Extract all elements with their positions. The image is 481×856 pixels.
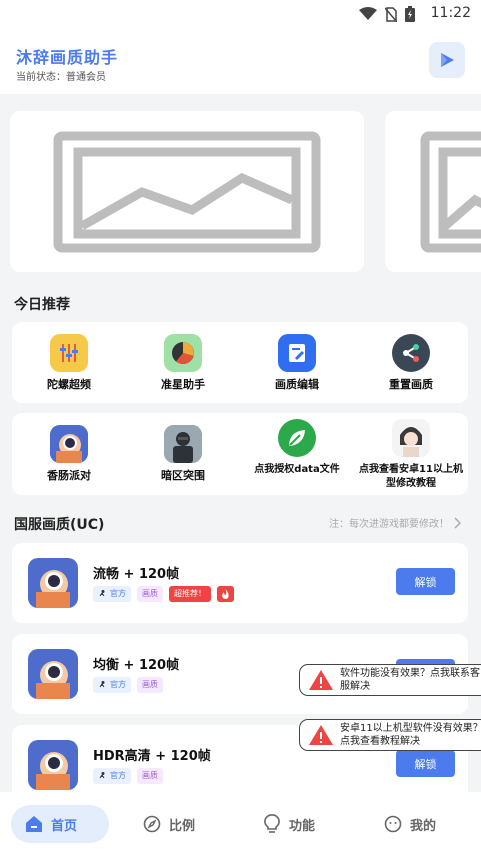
recommend-card-2: 香肠派对 暗区突围 点我授权data文件 点我查看安卓11以上机型修改教程 — [12, 413, 468, 495]
unlock-button[interactable]: 解锁 — [396, 750, 455, 777]
section-title-today: 今日推荐 — [14, 297, 70, 313]
game-tags: 官方 画质 — [93, 768, 163, 784]
tab-label: 功能 — [289, 818, 316, 834]
pie-icon — [164, 334, 202, 372]
recommend-label: 陀螺超频 — [47, 378, 91, 391]
game-name: 均衡 + 120帧 — [93, 658, 180, 673]
tag-official: 官方 — [93, 586, 131, 602]
sausage-game-icon — [50, 425, 88, 463]
toast-text: 软件功能没有效果？点我联系客服解决 — [340, 668, 480, 692]
status-time: 11:22 — [430, 5, 471, 21]
leaf-icon — [278, 419, 316, 457]
status-bar: 11:22 — [0, 0, 481, 28]
warning-icon — [309, 725, 333, 745]
game-tags: 官方 画质 超推荐！ — [93, 586, 234, 602]
recommend-label: 香肠派对 — [47, 469, 91, 482]
image-placeholder-icon — [420, 131, 481, 252]
tag-hot: 超推荐！ — [169, 586, 211, 602]
runner-icon — [99, 589, 105, 596]
game-card[interactable]: 流畅 + 120帧 官方 画质 超推荐！ 解锁 — [12, 543, 468, 623]
home-icon — [26, 816, 42, 832]
image-placeholder-icon — [53, 131, 321, 252]
soldier-game-icon — [164, 425, 202, 463]
wifi-icon — [359, 7, 377, 20]
sliders-icon — [50, 334, 88, 372]
game-tags: 官方 画质 — [93, 677, 163, 693]
tab-features[interactable]: 功能 — [263, 805, 315, 843]
tab-ratio[interactable]: 比例 — [143, 805, 195, 843]
bulb-icon — [264, 814, 280, 833]
tag-official: 官方 — [93, 677, 131, 693]
game-thumbnail — [28, 649, 78, 699]
tag-quality: 画质 — [137, 768, 163, 784]
app-title: 沐辞画质助手 — [16, 48, 119, 67]
recommend-item[interactable]: 准星助手 — [126, 334, 240, 392]
status-icons — [359, 6, 415, 22]
tab-label: 我的 — [410, 818, 437, 834]
bottom-tab-bar: 首页 比例 功能 我的 — [0, 792, 481, 856]
tab-home[interactable]: 首页 — [11, 805, 109, 843]
game-name: HDR高清 + 120帧 — [93, 749, 211, 764]
game-thumbnail — [28, 558, 78, 608]
tab-mine[interactable]: 我的 — [384, 805, 436, 843]
app-header: 沐辞画质助手 当前状态：普通会员 — [0, 28, 481, 94]
tab-label: 比例 — [169, 818, 196, 834]
game-thumbnail — [28, 740, 78, 790]
banner-image[interactable] — [10, 111, 364, 272]
banner-image-next[interactable] — [385, 111, 481, 272]
recommend-label: 点我查看安卓11以上机型修改教程 — [359, 464, 463, 489]
tab-label: 首页 — [51, 818, 78, 834]
face-icon — [384, 815, 402, 833]
tag-quality: 画质 — [137, 677, 163, 693]
recommend-item[interactable]: 画质编辑 — [240, 334, 354, 392]
section-title-cn: 国服画质(UC) — [14, 517, 105, 533]
recommend-item[interactable]: 重置画质 — [354, 334, 468, 392]
anime-avatar-icon — [392, 419, 430, 457]
membership-status: 当前状态：普通会员 — [16, 72, 106, 83]
chevron-right-icon — [454, 516, 461, 529]
support-toast[interactable]: 软件功能没有效果？点我联系客服解决 — [299, 664, 481, 696]
recommend-label: 点我授权data文件 — [254, 464, 340, 475]
tag-official: 官方 — [93, 768, 131, 784]
no-sim-icon — [385, 6, 397, 22]
toast-text: 安卓11以上机型软件没有效果？点我查看教程解决 — [340, 723, 481, 747]
recommend-card-1: 陀螺超频 准星助手 画质编辑 重置画质 — [12, 322, 468, 403]
section-note-text: 注：每次进游戏都要修改！ — [329, 519, 449, 530]
section-note-cn: 注：每次进游戏都要修改！ — [329, 515, 461, 530]
compass-icon — [143, 815, 161, 833]
play-icon — [441, 53, 454, 67]
warning-icon — [309, 670, 333, 690]
battery-icon — [405, 6, 415, 22]
recommend-item[interactable]: 点我授权data文件 — [240, 419, 354, 477]
recommend-label: 画质编辑 — [275, 378, 319, 391]
share-icon — [392, 334, 430, 372]
runner-icon — [99, 771, 105, 778]
runner-icon — [99, 680, 105, 687]
recommend-label: 准星助手 — [161, 378, 205, 391]
recommend-item[interactable]: 点我查看安卓11以上机型修改教程 — [354, 419, 468, 491]
tutorial-toast[interactable]: 安卓11以上机型软件没有效果？点我查看教程解决 — [299, 719, 481, 751]
recommend-label: 暗区突围 — [161, 469, 205, 482]
fire-icon — [217, 586, 234, 602]
recommend-item[interactable]: 香肠派对 — [12, 425, 126, 483]
recommend-item[interactable]: 暗区突围 — [126, 425, 240, 483]
recommend-label: 重置画质 — [389, 378, 433, 391]
edit-doc-icon — [278, 334, 316, 372]
play-button[interactable] — [429, 42, 465, 78]
recommend-item[interactable]: 陀螺超频 — [12, 334, 126, 392]
tag-quality: 画质 — [137, 586, 163, 602]
unlock-button[interactable]: 解锁 — [396, 568, 455, 595]
game-name: 流畅 + 120帧 — [93, 567, 180, 582]
